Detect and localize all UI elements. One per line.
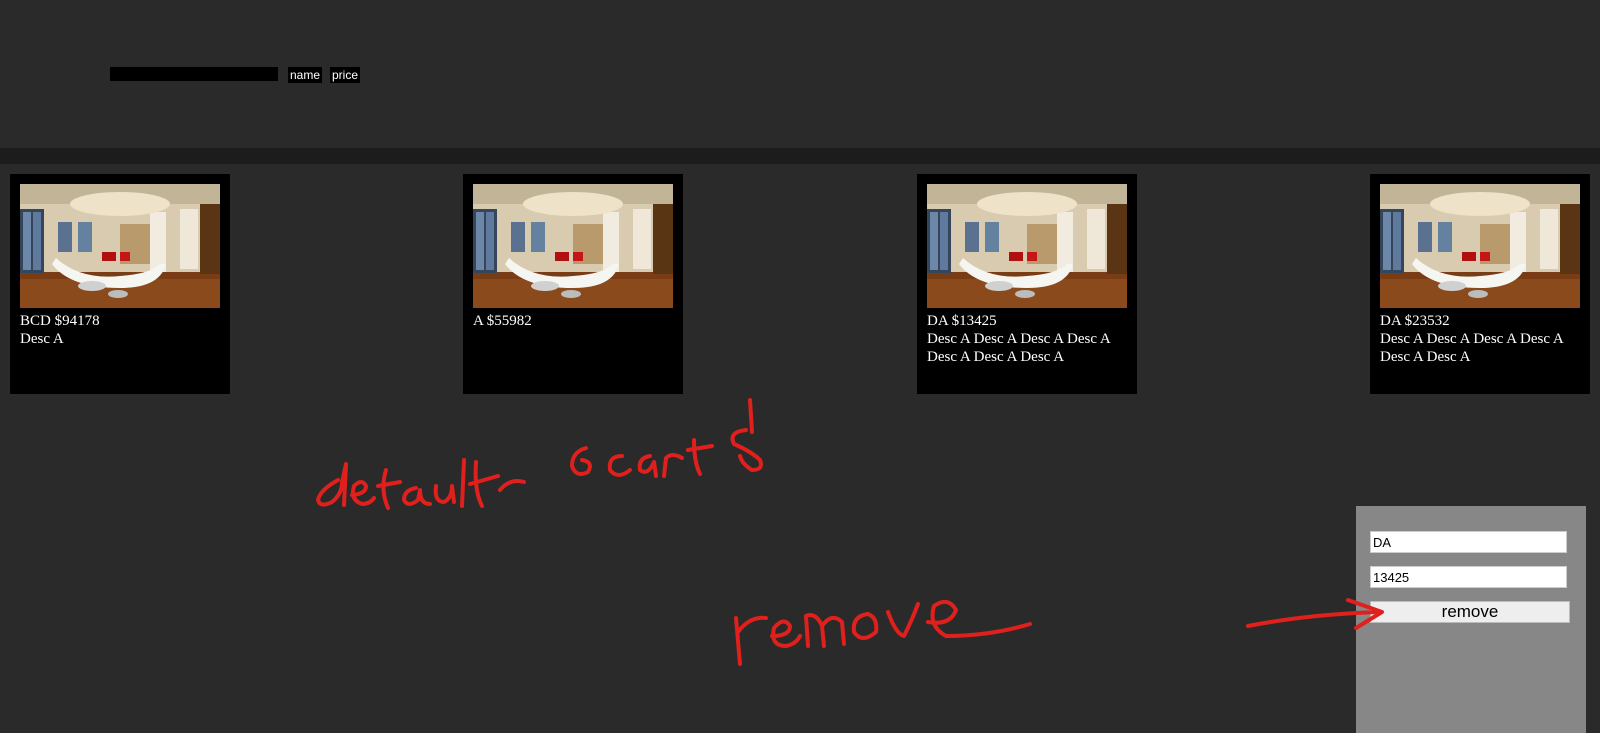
card-title: BCD $94178 <box>20 313 100 329</box>
product-card[interactable]: DA $13425 Desc A Desc A Desc A Desc A De… <box>917 174 1137 394</box>
name-field[interactable] <box>1370 531 1567 553</box>
card-desc: Desc A Desc A Desc A Desc A Desc A Desc … <box>927 331 1110 365</box>
room-photo <box>1380 184 1580 308</box>
card-desc: Desc A <box>20 331 64 347</box>
card-title: DA $23532 <box>1380 313 1450 329</box>
product-card[interactable]: DA $23532 Desc A Desc A Desc A Desc A De… <box>1370 174 1590 394</box>
price-field[interactable] <box>1370 566 1567 588</box>
remove-button[interactable]: remove <box>1370 601 1570 623</box>
room-photo <box>473 184 673 308</box>
card-desc: Desc A Desc A Desc A Desc A Desc A Desc … <box>1380 331 1563 365</box>
product-card[interactable]: BCD $94178 Desc A <box>10 174 230 394</box>
product-card[interactable]: A $55982 <box>463 174 683 394</box>
card-title: A $55982 <box>473 313 532 329</box>
sort-by-name-button[interactable]: name <box>288 67 323 83</box>
sort-by-price-button[interactable]: price <box>330 67 361 83</box>
card-title: DA $13425 <box>927 313 997 329</box>
divider <box>0 148 1600 164</box>
room-photo <box>20 184 220 308</box>
room-photo <box>927 184 1127 308</box>
top-bar: name price <box>0 0 1600 148</box>
edit-panel: remove <box>1356 506 1586 733</box>
search-input[interactable] <box>110 67 278 81</box>
